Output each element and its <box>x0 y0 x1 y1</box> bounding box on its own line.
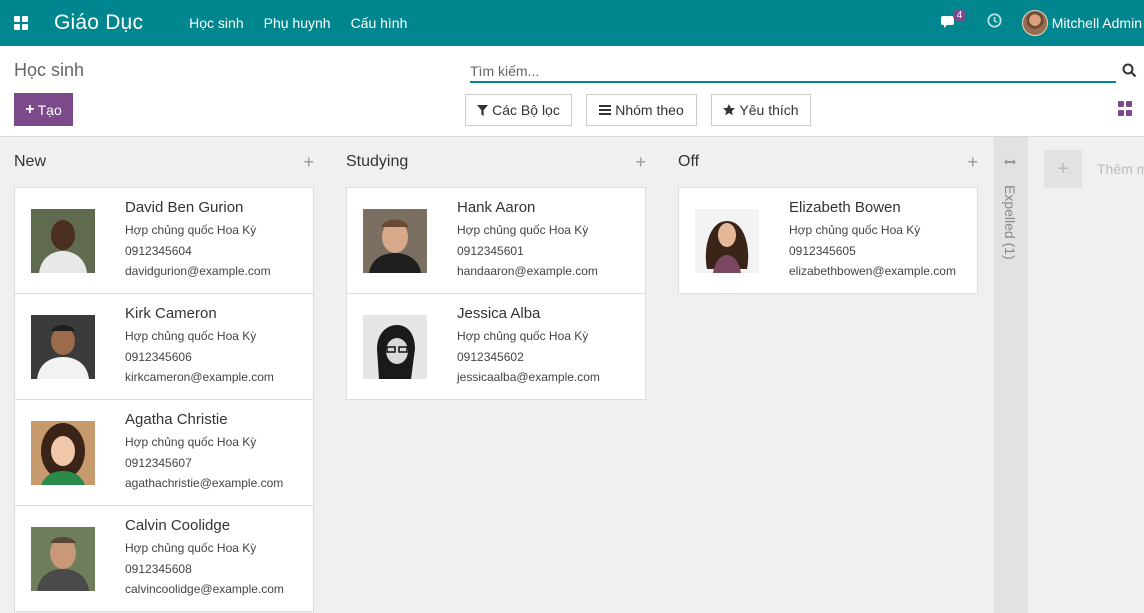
navbar-right: 4 Mitchell Admin <box>940 0 1144 46</box>
activity-clock-icon[interactable] <box>987 13 1002 33</box>
group-by-button[interactable]: Nhóm theo <box>586 94 697 126</box>
column-header: Studying + <box>346 152 646 173</box>
app-brand[interactable]: Giáo Dục <box>54 11 143 35</box>
folded-column-expelled[interactable]: Expelled (1) <box>994 137 1028 613</box>
favorites-button[interactable]: Yêu thích <box>711 94 811 126</box>
student-country: Hợp chủng quốc Hoa Kỳ <box>125 435 257 449</box>
student-photo <box>363 315 427 379</box>
chat-badge: 4 <box>952 9 967 22</box>
kanban-card[interactable]: Hank Aaron Hợp chủng quốc Hoa Kỳ 0912345… <box>346 187 646 294</box>
student-country: Hợp chủng quốc Hoa Kỳ <box>457 329 589 343</box>
student-country: Hợp chủng quốc Hoa Kỳ <box>125 223 257 237</box>
create-button[interactable]: + Tạo <box>14 93 73 126</box>
create-button-label: Tạo <box>37 101 62 118</box>
kanban-view-icon[interactable] <box>1118 101 1133 116</box>
filter-icon <box>477 104 489 116</box>
star-icon <box>723 104 736 116</box>
column-title: New <box>14 153 47 170</box>
bars-icon <box>599 105 612 115</box>
column-header: New + <box>14 152 314 173</box>
student-photo <box>363 209 427 273</box>
student-name: Elizabeth Bowen <box>789 199 901 216</box>
student-name: Hank Aaron <box>457 199 536 216</box>
student-phone: 0912345601 <box>457 244 524 258</box>
filters-button[interactable]: Các Bộ lọc <box>465 94 572 126</box>
student-email: kirkcameron@example.com <box>125 370 274 384</box>
control-panel: Học sinh + Tạo Các Bộ lọc Nhóm theo Yêu … <box>0 46 1144 137</box>
student-photo <box>31 209 95 273</box>
top-navbar: Giáo Dục Học sinh Phụ huynh Cấu hình 4 M… <box>0 0 1144 46</box>
kanban-column-studying: Studying + Hank Aaron Hợp chủng quốc Hoa… <box>346 137 646 613</box>
student-photo <box>695 209 759 273</box>
student-email: elizabethbowen@example.com <box>789 264 956 278</box>
kanban-card[interactable]: Agatha Christie Hợp chủng quốc Hoa Kỳ 09… <box>14 399 314 506</box>
student-phone: 0912345606 <box>125 350 192 364</box>
menu-item-configuration[interactable]: Cấu hình <box>351 15 408 31</box>
search-icon[interactable] <box>1122 63 1138 79</box>
student-phone: 0912345604 <box>125 244 192 258</box>
student-country: Hợp chủng quốc Hoa Kỳ <box>125 329 257 343</box>
student-email: calvincoolidge@example.com <box>125 582 284 596</box>
student-country: Hợp chủng quốc Hoa Kỳ <box>457 223 589 237</box>
column-title: Studying <box>346 153 409 170</box>
student-phone: 0912345602 <box>457 350 524 364</box>
favorites-label: Yêu thích <box>739 102 799 118</box>
kanban-card[interactable]: Jessica Alba Hợp chủng quốc Hoa Kỳ 09123… <box>346 293 646 400</box>
add-column-area: + Thêm m <box>1028 137 1144 613</box>
student-country: Hợp chủng quốc Hoa Kỳ <box>789 223 921 237</box>
group-by-label: Nhóm theo <box>615 102 684 118</box>
chat-icon[interactable]: 4 <box>940 9 967 31</box>
student-country: Hợp chủng quốc Hoa Kỳ <box>125 541 257 555</box>
menu-item-parents[interactable]: Phụ huynh <box>264 15 331 31</box>
student-phone: 0912345607 <box>125 456 192 470</box>
search-input[interactable] <box>470 60 1116 83</box>
student-email: davidgurion@example.com <box>125 264 271 278</box>
kanban-card[interactable]: Elizabeth Bowen Hợp chủng quốc Hoa Kỳ 09… <box>678 187 978 294</box>
add-column-button[interactable]: + <box>1044 150 1082 188</box>
column-header: Off + <box>678 152 978 173</box>
student-name: Jessica Alba <box>457 305 541 322</box>
user-avatar[interactable] <box>1021 10 1048 36</box>
student-name: Calvin Coolidge <box>125 517 231 534</box>
kanban-column-off: Off + Elizabeth Bowen Hợp chủng quốc Hoa… <box>678 137 978 613</box>
unfold-arrows-icon[interactable] <box>1004 155 1016 169</box>
student-email: handaaron@example.com <box>457 264 598 278</box>
student-email: agathachristie@example.com <box>125 476 284 490</box>
user-name[interactable]: Mitchell Admin <box>1052 15 1142 31</box>
add-column-label[interactable]: Thêm m <box>1097 161 1144 177</box>
column-add-icon[interactable]: + <box>303 152 314 173</box>
kanban-card[interactable]: Calvin Coolidge Hợp chủng quốc Hoa Kỳ 09… <box>14 505 314 612</box>
kanban-card[interactable]: David Ben Gurion Hợp chủng quốc Hoa Kỳ 0… <box>14 187 314 294</box>
page-title: Học sinh <box>14 60 85 80</box>
apps-menu-icon[interactable] <box>14 16 28 30</box>
filters-label: Các Bộ lọc <box>492 102 560 118</box>
plus-icon: + <box>25 100 35 118</box>
student-name: David Ben Gurion <box>125 199 244 216</box>
student-phone: 0912345608 <box>125 562 192 576</box>
student-email: jessicaalba@example.com <box>457 370 600 384</box>
student-photo <box>31 527 95 591</box>
student-photo <box>31 421 95 485</box>
folded-column-label: Expelled (1) <box>1002 185 1018 260</box>
student-name: Kirk Cameron <box>125 305 217 322</box>
column-add-icon[interactable]: + <box>967 152 978 173</box>
menu-item-students[interactable]: Học sinh <box>189 15 243 31</box>
kanban-board: New + David Ben Gurion Hợp chủng quốc Ho… <box>0 137 1144 613</box>
kanban-card[interactable]: Kirk Cameron Hợp chủng quốc Hoa Kỳ 09123… <box>14 293 314 400</box>
kanban-column-new: New + David Ben Gurion Hợp chủng quốc Ho… <box>14 137 314 613</box>
column-add-icon[interactable]: + <box>635 152 646 173</box>
student-name: Agatha Christie <box>125 411 228 428</box>
student-phone: 0912345605 <box>789 244 856 258</box>
column-title: Off <box>678 153 700 170</box>
student-photo <box>31 315 95 379</box>
